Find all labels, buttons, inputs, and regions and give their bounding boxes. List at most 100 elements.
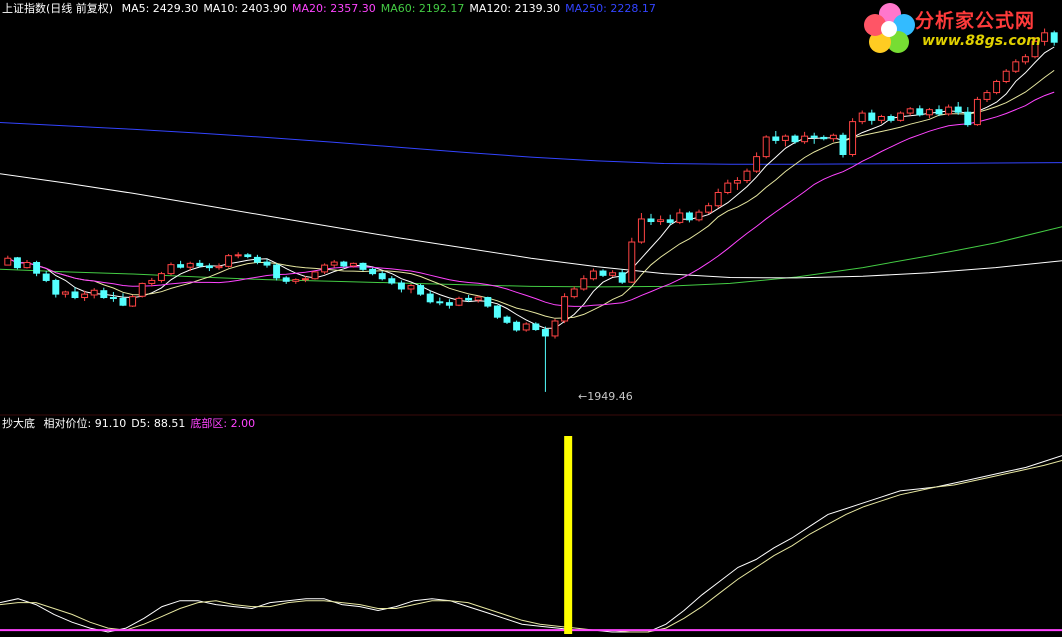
ma120-line: [0, 173, 1062, 279]
candle-up: [157, 273, 165, 281]
candle-down: [839, 134, 847, 155]
candle-down: [359, 262, 367, 270]
candle-up: [829, 134, 837, 140]
candle-up: [311, 271, 319, 280]
main-chart-title: 上证指数(日线 前复权): [2, 2, 114, 15]
indicator-label-0: 相对价位: 91.10: [43, 417, 127, 430]
candle-down: [52, 279, 60, 295]
candle-up: [637, 218, 645, 243]
candle-up: [234, 254, 242, 257]
candle-down: [426, 293, 434, 303]
candle-down: [100, 290, 108, 299]
candle-up: [61, 291, 69, 295]
candle-up: [925, 109, 933, 116]
candle-down: [397, 282, 405, 290]
watermark-url: www.88gs.com: [922, 33, 1041, 49]
candle-down: [484, 297, 492, 307]
candle-down: [436, 301, 444, 304]
candle-up: [215, 265, 223, 269]
candle-down: [196, 262, 204, 267]
candle-down: [618, 272, 626, 283]
chart-canvas[interactable]: [0, 0, 1062, 637]
candle-up: [657, 219, 665, 223]
candle-down: [666, 219, 674, 223]
ma-indicator-list: MA5: 2429.30 MA10: 2403.90 MA20: 2357.30 MA…: [122, 2, 661, 15]
candle-up: [714, 191, 722, 207]
ma10-line: [7, 69, 1055, 319]
candle-up: [4, 257, 12, 266]
candle-down: [263, 261, 271, 266]
candle-up: [628, 241, 636, 283]
candle-down: [599, 270, 607, 276]
candle-down: [244, 254, 252, 258]
price-low-label: ←1949.46: [578, 390, 633, 403]
candle-up: [349, 262, 357, 267]
candle-up: [407, 285, 415, 290]
candle-up: [753, 156, 761, 172]
candle-up: [1021, 56, 1029, 63]
indicator-label-2: 底部区: 2.00: [190, 417, 256, 430]
candle-down: [340, 261, 348, 267]
candle-up: [589, 270, 597, 280]
candle-up: [609, 272, 617, 276]
candle-up: [90, 289, 98, 296]
watermark-text: 分析家公式网: [915, 10, 1036, 32]
candle-up: [733, 180, 741, 184]
candle-down: [935, 109, 943, 115]
candle-down: [513, 321, 521, 331]
indicator-value-list: 相对价位: 91.10 D5: 88.51 底部区: 2.00: [44, 417, 261, 430]
ma-label-0: MA5: 2429.30: [121, 2, 199, 15]
candle-down: [964, 111, 972, 126]
indicator-line-1: [0, 460, 1062, 633]
candle-up: [81, 293, 89, 299]
candle-up: [570, 288, 578, 298]
flower-logo-icon: [864, 3, 915, 53]
candle-up: [551, 320, 559, 337]
candle-down: [820, 136, 828, 140]
ma-label-1: MA10: 2403.90: [203, 2, 288, 15]
main-chart-header: 上证指数(日线 前复权) MA5: 2429.30 MA10: 2403.90 MA…: [2, 2, 666, 16]
candle-up: [743, 170, 751, 182]
chart-window: 上证指数(日线 前复权) MA5: 2429.30 MA10: 2403.90 MA…: [0, 0, 1062, 637]
candle-down: [685, 212, 693, 221]
candle-up: [945, 106, 953, 115]
candle-up: [983, 92, 991, 100]
candle-up: [129, 296, 137, 307]
candle-down: [282, 277, 290, 282]
candle-up: [762, 136, 770, 158]
candle-up: [993, 80, 1001, 94]
candle-down: [71, 291, 79, 299]
candle-down: [532, 323, 540, 331]
candle-down: [388, 278, 396, 284]
candle-down: [647, 218, 655, 223]
candle-up: [292, 279, 300, 282]
candle-down: [417, 285, 425, 295]
candle-down: [954, 106, 962, 113]
candle-up: [225, 255, 233, 267]
candle-down: [465, 297, 473, 301]
candle-up: [781, 135, 789, 141]
candle-up: [167, 264, 175, 275]
candle-down: [369, 268, 377, 275]
candle-up: [186, 262, 194, 268]
bottom-signal-bar: [564, 436, 573, 634]
ma250-line: [0, 122, 1062, 165]
candle-up: [877, 115, 885, 121]
candle-up: [705, 205, 713, 213]
candle-up: [474, 296, 482, 301]
candle-up: [724, 182, 732, 193]
candle-down: [42, 273, 50, 281]
watermark-logo: 分析家公式网 www.88gs.com: [860, 0, 1060, 56]
candle-down: [109, 297, 117, 300]
candle-up: [330, 261, 338, 266]
candle-up: [23, 262, 31, 269]
ma-label-4: MA120: 2139.30: [469, 2, 561, 15]
candle-down: [887, 115, 895, 121]
candle-up: [849, 121, 857, 155]
candle-up: [897, 112, 905, 121]
candle-down: [916, 108, 924, 116]
indicator-header: 抄大底 相对价位: 91.10 D5: 88.51 底部区: 2.00: [2, 417, 265, 431]
candle-down: [772, 136, 780, 141]
candle-up: [561, 296, 569, 322]
candle-down: [378, 273, 386, 280]
